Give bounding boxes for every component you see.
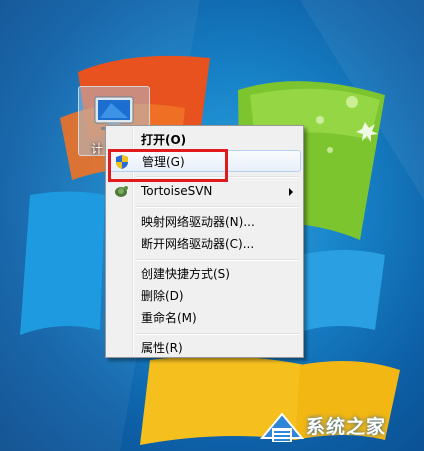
menu-item-label: 创建快捷方式(S) [141, 267, 230, 281]
menu-item-delete[interactable]: 删除(D) [108, 285, 301, 307]
menu-item-label: 断开网络驱动器(C)... [141, 237, 255, 251]
menu-item-label: 映射网络驱动器(N)... [141, 215, 255, 229]
tortoise-svn-icon [113, 183, 129, 199]
watermark-text: 系统之家 [306, 416, 387, 438]
menu-item-disconnect-network-drive[interactable]: 断开网络驱动器(C)... [108, 233, 301, 255]
site-logo-icon [259, 412, 305, 442]
menu-separator [136, 333, 299, 335]
menu-item-label: 重命名(M) [141, 311, 197, 325]
menu-item-open[interactable]: 打开(O) [108, 129, 301, 151]
menu-item-label: 打开(O) [141, 133, 187, 147]
menu-item-label: TortoiseSVN [141, 184, 213, 198]
menu-item-label: 删除(D) [141, 289, 184, 303]
menu-item-properties[interactable]: 属性(R) [108, 337, 301, 359]
menu-separator [136, 206, 299, 208]
menu-separator [136, 259, 299, 261]
menu-item-rename[interactable]: 重命名(M) [108, 307, 301, 329]
menu-item-label: 属性(R) [141, 341, 183, 355]
highlight-annotation-box [108, 149, 228, 182]
menu-item-tortoisesvn[interactable]: TortoiseSVN [108, 180, 301, 202]
computer-icon-label: 计 [91, 142, 104, 156]
watermark: 系统之家 [256, 404, 424, 451]
submenu-arrow-icon [289, 188, 293, 196]
menu-item-map-network-drive[interactable]: 映射网络驱动器(N)... [108, 211, 301, 233]
menu-item-create-shortcut[interactable]: 创建快捷方式(S) [108, 263, 301, 285]
